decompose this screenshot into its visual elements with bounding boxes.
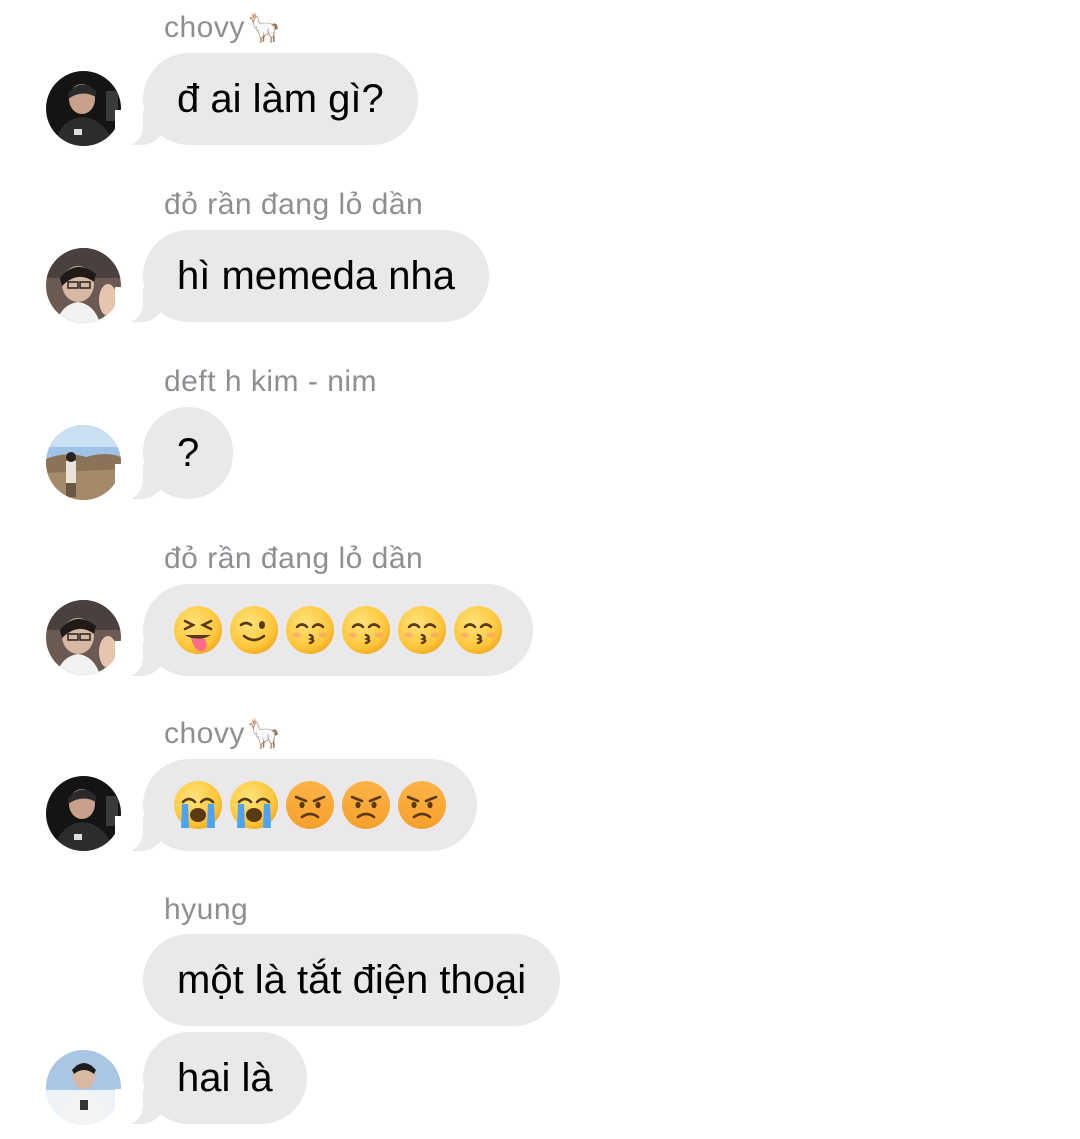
llama-icon: 🦙 — [246, 718, 283, 749]
winking-face-icon — [230, 606, 278, 654]
avatar-hyung[interactable] — [46, 1050, 121, 1125]
kissing-smiling-eyes-face-icon — [398, 606, 446, 654]
message-bubble[interactable] — [115, 759, 477, 852]
message-text: hai là — [177, 1055, 273, 1100]
sender-name: đỏ rần đang lỏ dần — [164, 542, 424, 575]
sender-name: chovy🦙 — [164, 717, 283, 750]
message-text: hì memeda nha — [177, 253, 455, 298]
kissing-smiling-eyes-face-icon — [454, 606, 502, 654]
kissing-smiling-eyes-face-icon — [286, 606, 334, 654]
kissing-smiling-eyes-face-icon — [342, 606, 390, 654]
loudly-crying-face-icon — [174, 781, 222, 829]
message-bubble[interactable]: một là tắt điện thoại — [143, 934, 561, 1026]
emoji-row — [173, 780, 447, 830]
angry-face-icon — [342, 781, 390, 829]
loudly-crying-face-icon — [230, 781, 278, 829]
angry-face-icon — [398, 781, 446, 829]
message-bubble[interactable]: hì memeda nha — [115, 230, 489, 323]
avatar-deft[interactable] — [46, 425, 121, 500]
sender-name: deft h kim - nim — [164, 365, 378, 398]
message-bubble[interactable]: đ ai làm gì? — [115, 53, 418, 146]
avatar-red[interactable] — [46, 600, 121, 675]
message-text: một là tắt điện thoại — [177, 957, 527, 1002]
squinting-tongue-face-icon — [174, 606, 222, 654]
message-text: ? — [177, 430, 200, 475]
avatar-red[interactable] — [46, 248, 121, 323]
sender-name: hyung — [164, 893, 249, 926]
message-bubble[interactable]: hai là — [115, 1032, 307, 1125]
message-bubble[interactable] — [115, 584, 533, 677]
sender-name: đỏ rần đang lỏ dần — [164, 188, 424, 221]
angry-face-icon — [286, 781, 334, 829]
emoji-row — [173, 605, 503, 655]
avatar-chovy[interactable] — [46, 776, 121, 851]
message-bubble[interactable]: ? — [114, 407, 234, 500]
avatar-chovy[interactable] — [46, 71, 121, 146]
llama-icon: 🦙 — [246, 12, 283, 43]
sender-name: chovy🦙 — [164, 11, 283, 44]
message-text: đ ai làm gì? — [177, 76, 384, 121]
